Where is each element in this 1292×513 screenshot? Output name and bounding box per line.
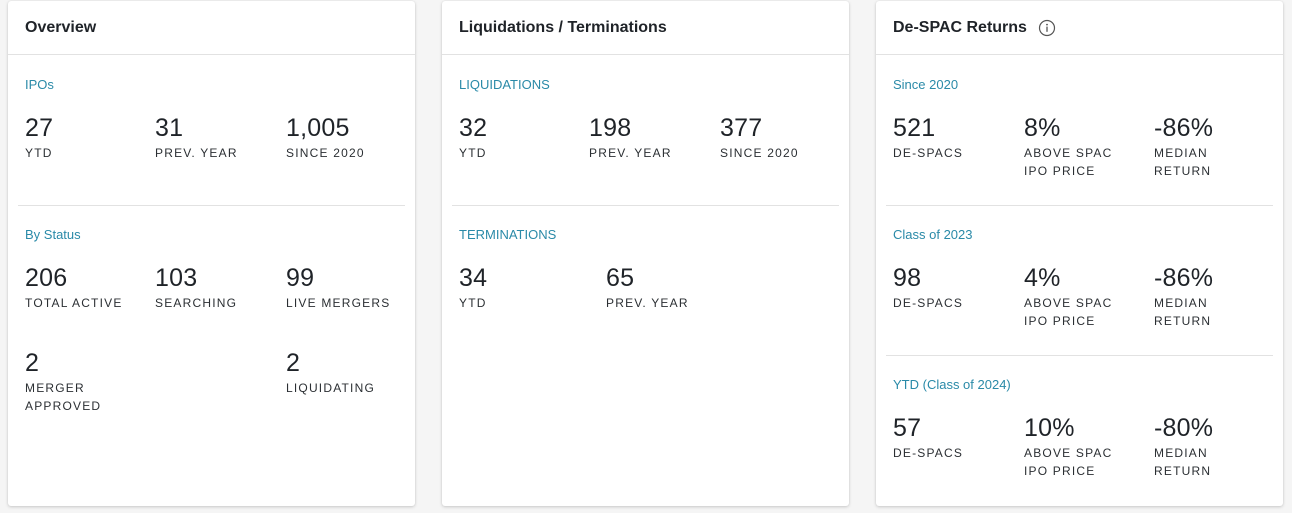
stat-label: TOTAL ACTIVE: [25, 296, 123, 310]
despacs-count-stat: 521 DE-SPACS: [893, 114, 963, 162]
stat-label: SEARCHING: [155, 296, 238, 310]
stat-label: APPROVED: [25, 399, 102, 413]
despacs-count-stat: 57 DE-SPACS: [893, 414, 963, 462]
stat-value: -80%: [1154, 414, 1214, 442]
stat-value: 521: [893, 114, 936, 142]
stat-value: 2: [286, 349, 301, 377]
above-spac-ipo-price-stat: 4% ABOVE SPAC IPO PRICE: [1024, 264, 1112, 330]
stat-value: 377: [720, 114, 763, 142]
by-status-section-title: By Status: [25, 227, 81, 242]
stat-label: DE-SPACS: [893, 446, 964, 460]
stat-value: 198: [589, 114, 632, 142]
stat-value: 4%: [1024, 264, 1061, 292]
stat-value: 65: [606, 264, 635, 292]
stat-value: 99: [286, 264, 315, 292]
despac-returns-card-title: De-SPAC Returns: [893, 18, 1027, 36]
stat-value: 2: [25, 349, 40, 377]
stat-value: -86%: [1154, 114, 1214, 142]
stat-label: YTD: [25, 146, 53, 160]
stat-value: 10%: [1024, 414, 1075, 442]
stat-value: 98: [893, 264, 922, 292]
stat-value: 206: [25, 264, 68, 292]
stat-label: SINCE 2020: [286, 146, 365, 160]
liquidations-section-title: LIQUIDATIONS: [459, 77, 550, 92]
stat-label: IPO PRICE: [1024, 464, 1096, 478]
liquidations-card: Liquidations / Terminations LIQUIDATIONS…: [442, 1, 849, 506]
stat-value: 27: [25, 114, 54, 142]
ipos-ytd-stat: 27 YTD: [25, 114, 53, 162]
class-2023-section-title: Class of 2023: [893, 227, 973, 242]
terminations-prev-year-stat: 65 PREV. YEAR: [606, 264, 689, 312]
since-2020-section-title: Since 2020: [893, 77, 959, 92]
stat-label: DE-SPACS: [893, 146, 964, 160]
stat-value: 31: [155, 114, 184, 142]
stat-label: ABOVE SPAC: [1024, 296, 1113, 310]
liquidations-since-2020-stat: 377 SINCE 2020: [720, 114, 799, 162]
stat-label: IPO PRICE: [1024, 164, 1096, 178]
stat-label: MEDIAN: [1154, 146, 1208, 160]
despac-returns-card-header: De-SPAC Returns: [876, 1, 1283, 55]
stat-label: ABOVE SPAC: [1024, 446, 1113, 460]
live-mergers-stat: 99 LIVE MERGERS: [286, 264, 390, 312]
overview-card: Overview IPOs 27 YTD 31 PREV. YEAR 1,005…: [8, 1, 415, 506]
ytd-2024-section-title: YTD (Class of 2024): [893, 377, 1011, 392]
terminations-section-title: TERMINATIONS: [459, 227, 557, 242]
above-spac-ipo-price-stat: 10% ABOVE SPAC IPO PRICE: [1024, 414, 1112, 480]
stat-label: SINCE 2020: [720, 146, 799, 160]
info-circle-icon[interactable]: [1038, 19, 1056, 37]
searching-stat: 103 SEARCHING: [155, 264, 237, 312]
ipos-since-2020-stat: 1,005 SINCE 2020: [286, 114, 365, 162]
total-active-stat: 206 TOTAL ACTIVE: [25, 264, 123, 312]
stat-label: PREV. YEAR: [589, 146, 672, 160]
stat-label: MEDIAN: [1154, 446, 1208, 460]
stat-value: 57: [893, 414, 922, 442]
stat-label: ABOVE SPAC: [1024, 146, 1113, 160]
stat-label: IPO PRICE: [1024, 314, 1096, 328]
section-divider: [886, 355, 1273, 356]
median-return-stat: -86% MEDIAN RETURN: [1154, 264, 1213, 330]
stat-value: 103: [155, 264, 198, 292]
liquidations-prev-year-stat: 198 PREV. YEAR: [589, 114, 672, 162]
stat-value: 34: [459, 264, 488, 292]
overview-card-title: Overview: [8, 1, 415, 55]
stat-label: LIVE MERGERS: [286, 296, 391, 310]
stat-value: 8%: [1024, 114, 1061, 142]
stat-label: RETURN: [1154, 314, 1212, 328]
stat-label: MERGER: [25, 381, 85, 395]
stat-label: YTD: [459, 296, 487, 310]
stat-label: RETURN: [1154, 464, 1212, 478]
median-return-stat: -80% MEDIAN RETURN: [1154, 414, 1213, 480]
section-divider: [18, 205, 405, 206]
stat-value: -86%: [1154, 264, 1214, 292]
above-spac-ipo-price-stat: 8% ABOVE SPAC IPO PRICE: [1024, 114, 1112, 180]
ipos-prev-year-stat: 31 PREV. YEAR: [155, 114, 238, 162]
stat-value: 1,005: [286, 114, 350, 142]
stat-label: RETURN: [1154, 164, 1212, 178]
section-divider: [452, 205, 839, 206]
stat-label: PREV. YEAR: [606, 296, 689, 310]
median-return-stat: -86% MEDIAN RETURN: [1154, 114, 1213, 180]
stat-label: LIQUIDATING: [286, 381, 375, 395]
liquidations-ytd-stat: 32 YTD: [459, 114, 487, 162]
section-divider: [886, 205, 1273, 206]
stat-label: PREV. YEAR: [155, 146, 238, 160]
stat-label: DE-SPACS: [893, 296, 964, 310]
despacs-count-stat: 98 DE-SPACS: [893, 264, 963, 312]
merger-approved-stat: 2 MERGER APPROVED: [25, 349, 101, 415]
liquidating-stat: 2 LIQUIDATING: [286, 349, 375, 397]
despac-returns-card: De-SPAC Returns Since 2020 521 DE-SPACS …: [876, 1, 1283, 506]
ipos-section-title: IPOs: [25, 77, 54, 92]
stat-value: 32: [459, 114, 488, 142]
terminations-ytd-stat: 34 YTD: [459, 264, 487, 312]
stat-label: YTD: [459, 146, 487, 160]
stat-label: MEDIAN: [1154, 296, 1208, 310]
liquidations-card-title: Liquidations / Terminations: [442, 1, 849, 55]
